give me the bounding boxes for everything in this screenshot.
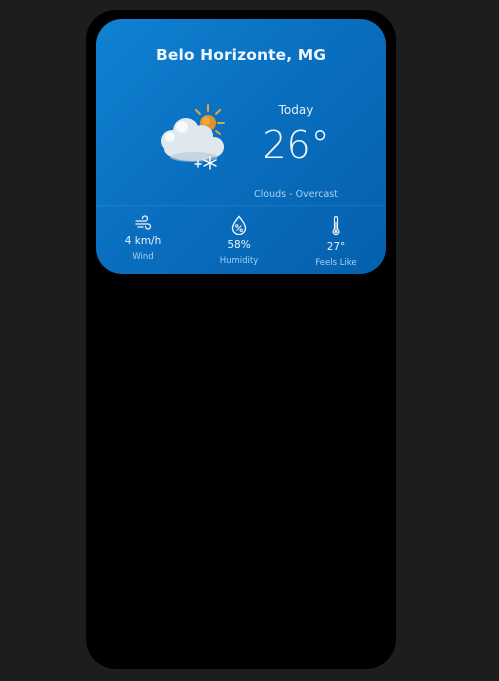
stat-humidity: 58% Humidity: [194, 215, 284, 266]
partly-cloudy-snow-icon: [154, 103, 230, 173]
wind-label: Wind: [132, 252, 154, 262]
stat-feels-like: 27° Feels Like: [291, 215, 381, 268]
humidity-icon: [231, 215, 247, 235]
stat-wind: 4 km/h Wind: [98, 215, 188, 262]
humidity-value: 58%: [227, 239, 251, 251]
thermometer-icon: [332, 215, 340, 236]
wind-value: 4 km/h: [124, 235, 162, 247]
weather-stats: 4 km/h Wind 58% Humidity 27° Feels Like: [96, 215, 386, 274]
day-label: Today: [278, 103, 314, 117]
divider: [96, 205, 386, 206]
feels-like-label: Feels Like: [315, 258, 357, 268]
city-name: Belo Horizonte, MG: [155, 46, 327, 64]
wind-icon: [135, 215, 152, 230]
humidity-label: Humidity: [219, 256, 259, 266]
weather-condition: Clouds - Overcast: [254, 189, 338, 200]
weather-card: Belo Horizonte, MG Today 26° Clouds - Ov…: [96, 19, 386, 274]
current-temperature: 26°: [262, 123, 330, 167]
feels-like-value: 27°: [326, 241, 346, 253]
phone-frame: Belo Horizonte, MG Today 26° Clouds - Ov…: [86, 10, 396, 669]
